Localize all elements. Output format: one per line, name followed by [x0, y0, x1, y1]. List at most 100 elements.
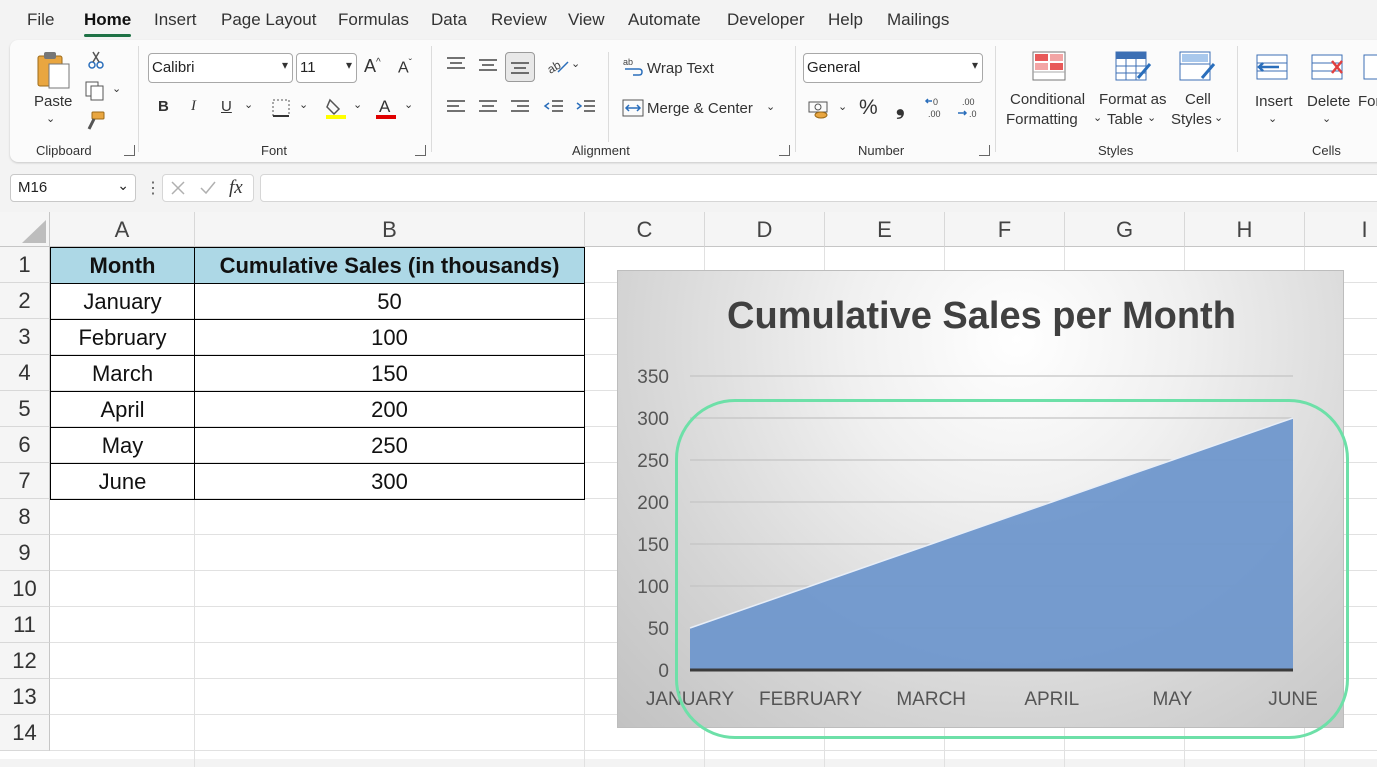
- wrap-text-button[interactable]: Wrap Text: [647, 60, 714, 77]
- alignment-launcher-icon[interactable]: [779, 145, 790, 156]
- fill-color-dropdown-icon[interactable]: ⌄: [353, 98, 362, 111]
- delete-cells-icon[interactable]: [1308, 52, 1346, 82]
- format-as-table-icon[interactable]: [1114, 50, 1152, 84]
- conditional-formatting-label-1[interactable]: Conditional: [1010, 91, 1085, 108]
- underline-button[interactable]: U: [221, 98, 232, 115]
- column-header-b[interactable]: B: [195, 212, 585, 247]
- enter-icon[interactable]: [199, 180, 217, 196]
- table-cell-sales[interactable]: 50: [195, 284, 584, 319]
- row-header-7[interactable]: 7: [0, 463, 50, 499]
- bottom-align-button[interactable]: [505, 52, 535, 82]
- conditional-formatting-icon[interactable]: [1031, 50, 1067, 82]
- row-header-10[interactable]: 10: [0, 571, 50, 607]
- decrease-decimal-icon[interactable]: .00 .0: [956, 96, 982, 120]
- insert-cells-icon[interactable]: [1253, 52, 1291, 82]
- increase-indent-icon[interactable]: [575, 98, 597, 116]
- column-header-c[interactable]: C: [585, 212, 705, 247]
- copy-icon[interactable]: [84, 80, 106, 102]
- table-cell-sales[interactable]: 150: [195, 356, 584, 391]
- row-header-12[interactable]: 12: [0, 643, 50, 679]
- orientation-icon[interactable]: ab: [546, 54, 570, 76]
- table-header-month[interactable]: Month: [51, 248, 194, 283]
- format-as-table-label-1[interactable]: Format as: [1099, 91, 1167, 108]
- table-cell-month[interactable]: June: [51, 464, 194, 499]
- row-header-14[interactable]: 14: [0, 715, 50, 751]
- tab-page-layout[interactable]: Page Layout: [221, 10, 316, 30]
- merge-center-button[interactable]: Merge & Center: [647, 100, 753, 117]
- area-chart[interactable]: Cumulative Sales per Month 0 50 100 150 200 2…: [617, 270, 1344, 728]
- accounting-dropdown-icon[interactable]: ⌄: [838, 100, 847, 113]
- font-size-select[interactable]: 11 ▾: [296, 53, 357, 83]
- insert-dropdown-icon[interactable]: ⌄: [1268, 112, 1277, 125]
- font-color-icon[interactable]: A: [375, 96, 397, 120]
- cell-styles-dropdown-icon[interactable]: ⌄: [1214, 111, 1223, 124]
- clipboard-launcher-icon[interactable]: [124, 145, 135, 156]
- format-as-table-dropdown-icon[interactable]: ⌄: [1147, 111, 1156, 124]
- conditional-formatting-label-2[interactable]: Formatting: [1006, 111, 1078, 128]
- format-cells-icon[interactable]: [1362, 52, 1377, 82]
- table-cell-sales[interactable]: 200: [195, 392, 584, 427]
- name-box[interactable]: M16 ⌄: [10, 174, 136, 202]
- tab-insert[interactable]: Insert: [154, 10, 197, 30]
- borders-icon[interactable]: [271, 98, 291, 118]
- middle-align-icon[interactable]: [477, 56, 499, 74]
- formula-input[interactable]: [260, 174, 1377, 202]
- table-cell-month[interactable]: April: [51, 392, 194, 427]
- tab-file[interactable]: File: [27, 10, 54, 30]
- bold-button[interactable]: B: [158, 98, 169, 115]
- tab-developer[interactable]: Developer: [727, 10, 805, 30]
- table-header-sales[interactable]: Cumulative Sales (in thousands): [195, 248, 584, 283]
- decrease-font-size-icon[interactable]: Aˇ: [398, 58, 412, 77]
- orientation-dropdown-icon[interactable]: ⌄: [571, 57, 580, 70]
- paste-dropdown-icon[interactable]: ⌄: [46, 112, 55, 125]
- table-cell-month[interactable]: January: [51, 284, 194, 319]
- conditional-formatting-dropdown-icon[interactable]: ⌄: [1093, 111, 1102, 124]
- tab-mailings[interactable]: Mailings: [887, 10, 949, 30]
- top-align-icon[interactable]: [445, 56, 467, 74]
- delete-dropdown-icon[interactable]: ⌄: [1322, 112, 1331, 125]
- percent-style-button[interactable]: %: [859, 96, 878, 120]
- cell-styles-icon[interactable]: [1178, 50, 1216, 84]
- row-header-9[interactable]: 9: [0, 535, 50, 571]
- delete-cells-button[interactable]: Delete: [1307, 93, 1350, 110]
- cut-icon[interactable]: [86, 50, 106, 70]
- row-header-2[interactable]: 2: [0, 283, 50, 319]
- table-cell-sales[interactable]: 300: [195, 464, 584, 499]
- column-header-g[interactable]: G: [1065, 212, 1185, 247]
- column-header-a[interactable]: A: [50, 212, 195, 247]
- comma-style-button[interactable]: ❟: [896, 94, 905, 120]
- table-cell-sales[interactable]: 100: [195, 320, 584, 355]
- number-launcher-icon[interactable]: [979, 145, 990, 156]
- insert-function-button[interactable]: fx: [229, 177, 243, 199]
- column-header-h[interactable]: H: [1185, 212, 1305, 247]
- paste-icon[interactable]: [35, 50, 73, 90]
- align-right-icon[interactable]: [509, 98, 531, 116]
- select-all-corner[interactable]: [0, 212, 50, 247]
- row-header-11[interactable]: 11: [0, 607, 50, 643]
- row-header-5[interactable]: 5: [0, 391, 50, 427]
- cell-styles-label-1[interactable]: Cell: [1185, 91, 1211, 108]
- table-cell-sales[interactable]: 250: [195, 428, 584, 463]
- decrease-indent-icon[interactable]: [543, 98, 565, 116]
- format-as-table-label-2[interactable]: Table: [1107, 111, 1143, 128]
- tab-view[interactable]: View: [568, 10, 605, 30]
- row-header-3[interactable]: 3: [0, 319, 50, 355]
- paste-button[interactable]: Paste: [34, 93, 72, 110]
- increase-font-size-icon[interactable]: A^: [364, 56, 381, 77]
- tab-home[interactable]: Home: [84, 10, 132, 37]
- cancel-icon[interactable]: [170, 180, 186, 196]
- merge-center-icon[interactable]: [622, 98, 644, 118]
- tab-data[interactable]: Data: [431, 10, 467, 30]
- font-launcher-icon[interactable]: [415, 145, 426, 156]
- tab-formulas[interactable]: Formulas: [338, 10, 409, 30]
- more-options-icon[interactable]: ⋮: [145, 178, 161, 198]
- merge-center-dropdown-icon[interactable]: ⌄: [766, 100, 775, 113]
- align-left-icon[interactable]: [445, 98, 467, 116]
- align-center-icon[interactable]: [477, 98, 499, 116]
- format-cells-button[interactable]: For: [1358, 93, 1377, 110]
- row-header-4[interactable]: 4: [0, 355, 50, 391]
- column-header-f[interactable]: F: [945, 212, 1065, 247]
- increase-decimal-icon[interactable]: 0 .00: [924, 96, 950, 120]
- accounting-format-icon[interactable]: [807, 98, 831, 120]
- row-header-1[interactable]: 1: [0, 247, 50, 283]
